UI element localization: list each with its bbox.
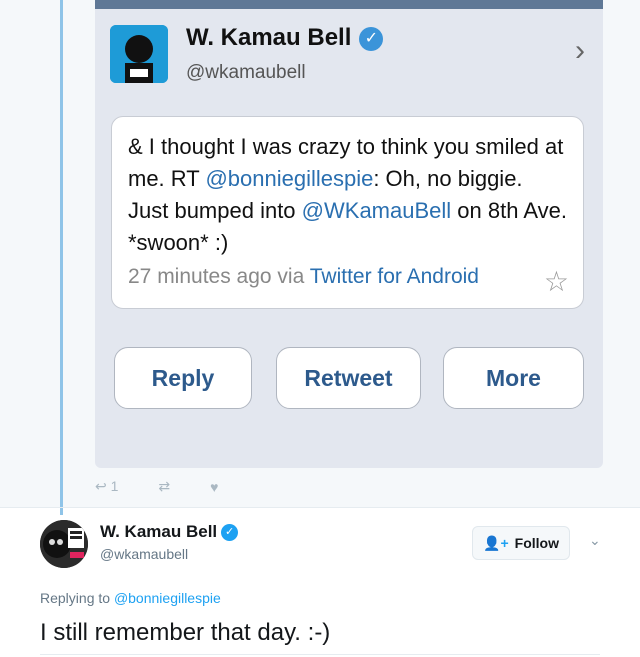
screenshot-tweet-bubble: & I thought I was crazy to think you smi… (111, 116, 584, 309)
bottom-divider (40, 654, 600, 655)
verified-badge-icon: ✓ (359, 26, 384, 51)
screenshot-author-handle: @wkamaubell (186, 62, 306, 83)
screenshot-more-button: More (443, 347, 584, 409)
mention-link: @bonniegillespie (205, 166, 374, 191)
replying-to-link[interactable]: @bonniegillespie (114, 590, 221, 606)
follow-button[interactable]: 👤+ Follow (472, 526, 570, 560)
chevron-right-icon: › (575, 34, 585, 67)
author-name[interactable]: W. Kamau Bell ✓ (100, 522, 239, 542)
replying-to: Replying to @bonniegillespie (40, 590, 221, 606)
avatar[interactable] (40, 520, 88, 568)
screenshot-reply-button: Reply (114, 347, 252, 409)
author-handle[interactable]: @wkamaubell (100, 546, 188, 562)
chevron-down-icon[interactable]: ⌄ (589, 532, 601, 549)
parent-tweet-actions: ↩ 1 ⇄ ♥ (95, 478, 218, 495)
screenshot-tweet-text: & I thought I was crazy to think you smi… (128, 134, 567, 255)
reply-action[interactable]: ↩ 1 (95, 478, 118, 495)
favorite-star-icon: ☆ (543, 266, 569, 297)
reply-count: 1 (110, 478, 119, 494)
retweet-icon[interactable]: ⇄ (158, 478, 170, 495)
embedded-screenshot: W. Kamau Bell ✓ @wkamaubell › & I thought… (95, 0, 603, 468)
screenshot-top-bar (95, 0, 603, 9)
mention-link: @WKamauBell (301, 198, 452, 223)
screenshot-avatar (110, 25, 168, 83)
heart-icon[interactable]: ♥ (210, 479, 218, 495)
screenshot-retweet-button: Retweet (276, 347, 421, 409)
verified-badge-icon: ✓ (221, 524, 239, 542)
reply-icon: ↩ (95, 478, 107, 494)
tweet-divider (0, 507, 640, 508)
add-user-icon: 👤+ (483, 534, 509, 551)
screenshot-author-name: W. Kamau Bell ✓ (186, 24, 384, 52)
tweet-text: I still remember that day. :-) (40, 619, 331, 646)
screenshot-tweet-meta: 27 minutes ago via Twitter for Android (128, 265, 479, 288)
thread-connector-line (60, 0, 63, 515)
